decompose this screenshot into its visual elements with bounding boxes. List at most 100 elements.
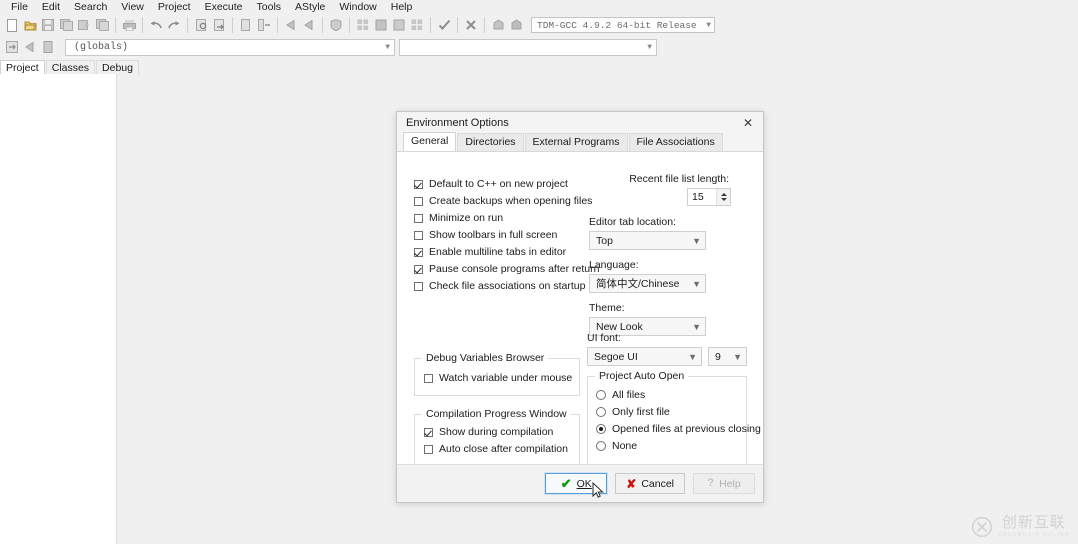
checkbox-watch-variable-under-mouse[interactable]: Watch variable under mouse (424, 370, 572, 386)
radio-button (596, 390, 606, 400)
close-project-icon[interactable] (409, 16, 425, 34)
checkbox-box (414, 282, 423, 291)
chevron-down-icon: ▼ (733, 352, 742, 362)
recent-file-list-length-spinner[interactable]: 15 (687, 188, 731, 206)
panel-tab-debug[interactable]: Debug (96, 60, 139, 75)
back-icon[interactable] (283, 16, 299, 34)
menu-item-execute[interactable]: Execute (198, 0, 250, 14)
language-combo[interactable]: 简体中文/Chinese ▼ (589, 274, 706, 293)
redo-icon[interactable] (166, 16, 182, 34)
toolbar-separator (232, 17, 233, 33)
tab-external-programs[interactable]: External Programs (525, 133, 628, 151)
checkbox-minimize-on-run[interactable]: Minimize on run (414, 210, 599, 226)
ok-button-label: OK (577, 478, 592, 490)
menu-bar: File Edit Search View Project Execute To… (0, 0, 1078, 14)
editor-tab-location-value: Top (596, 235, 613, 247)
close-file-icon[interactable] (76, 16, 92, 34)
ui-font-label: UI font: (587, 332, 747, 344)
debug-icon[interactable] (508, 16, 524, 34)
menu-item-window[interactable]: Window (332, 0, 383, 14)
scope-combo[interactable]: (globals) ▼ (65, 39, 395, 56)
radio-all-files[interactable]: All files (596, 386, 761, 403)
compile-check-icon[interactable] (436, 16, 452, 34)
project-panel-tabs: Project Classes Debug (0, 60, 118, 75)
print-icon[interactable] (121, 16, 137, 34)
panel-tab-project[interactable]: Project (0, 60, 45, 75)
goto-line-icon[interactable] (238, 16, 254, 34)
member-combo[interactable]: ▼ (399, 39, 657, 56)
dialog-tab-strip: General Directories External Programs Fi… (397, 133, 763, 151)
radio-label: Opened files at previous closing (612, 423, 761, 435)
radio-opened-files-previous-closing[interactable]: Opened files at previous closing (596, 420, 761, 437)
radio-only-first-file[interactable]: Only first file (596, 403, 761, 420)
shield-icon[interactable] (328, 16, 344, 34)
radio-label: All files (612, 389, 645, 401)
menu-item-file[interactable]: File (4, 0, 35, 14)
menu-item-help[interactable]: Help (384, 0, 420, 14)
find-icon[interactable] (193, 16, 209, 34)
menu-item-project[interactable]: Project (151, 0, 198, 14)
chevron-down-icon: ▼ (692, 236, 701, 246)
scope-value: (globals) (74, 42, 128, 53)
undo-icon[interactable] (148, 16, 164, 34)
menu-item-astyle[interactable]: AStyle (288, 0, 332, 14)
cancel-button[interactable]: ✘ Cancel (615, 473, 685, 494)
save-all-icon[interactable] (58, 16, 74, 34)
ide-window: File Edit Search View Project Execute To… (0, 0, 1078, 544)
save-project-icon[interactable] (391, 16, 407, 34)
checkbox-label: Show during compilation (439, 426, 553, 438)
step-over-icon[interactable] (22, 38, 38, 56)
chevron-down-icon: ▼ (688, 352, 697, 362)
panel-tab-classes[interactable]: Classes (46, 60, 95, 75)
dialog-button-bar: ✔ OK ✘ Cancel ? Help (397, 464, 763, 502)
new-project-icon[interactable] (355, 16, 371, 34)
open-file-icon[interactable] (22, 16, 38, 34)
run-icon[interactable] (490, 16, 506, 34)
editor-tab-location-combo[interactable]: Top ▼ (589, 231, 706, 250)
save-icon[interactable] (40, 16, 56, 34)
x-icon: ✘ (626, 478, 636, 490)
stop-icon[interactable] (463, 16, 479, 34)
ui-font-family-value: Segoe UI (594, 351, 638, 363)
checkbox-show-during-compilation[interactable]: Show during compilation (424, 424, 568, 440)
checkbox-show-toolbars-fullscreen[interactable]: Show toolbars in full screen (414, 227, 599, 243)
checkbox-box (414, 231, 423, 240)
tab-file-associations[interactable]: File Associations (629, 133, 723, 151)
spinner-up-icon[interactable] (721, 193, 727, 196)
radio-none[interactable]: None (596, 437, 761, 454)
checkbox-check-file-associations[interactable]: Check file associations on startup (414, 278, 599, 294)
project-panel-body[interactable] (0, 74, 117, 544)
help-button: ? Help (693, 473, 755, 494)
checkbox-default-cpp[interactable]: Default to C++ on new project (414, 176, 599, 192)
close-all-icon[interactable] (94, 16, 110, 34)
checkbox-multiline-tabs[interactable]: Enable multiline tabs in editor (414, 244, 599, 260)
step-out-icon[interactable] (40, 38, 56, 56)
compiler-set-combo[interactable]: TDM-GCC 4.9.2 64-bit Release ▼ (531, 17, 715, 33)
menu-item-edit[interactable]: Edit (35, 0, 67, 14)
tab-directories[interactable]: Directories (457, 133, 523, 151)
spinner-arrows[interactable] (716, 189, 730, 205)
new-file-icon[interactable] (4, 16, 20, 34)
forward-icon[interactable] (301, 16, 317, 34)
dialog-body-general: Default to C++ on new project Create bac… (397, 151, 763, 465)
checkbox-auto-close-after-compilation[interactable]: Auto close after compilation (424, 441, 568, 457)
checkbox-create-backups[interactable]: Create backups when opening files (414, 193, 599, 209)
ui-font-family-combo[interactable]: Segoe UI ▼ (587, 347, 702, 366)
checkbox-label: Check file associations on startup (429, 280, 585, 292)
menu-item-search[interactable]: Search (67, 0, 114, 14)
step-into-icon[interactable] (4, 38, 20, 56)
watermark: 创新互联 CHUANGXIN HULIAN (971, 515, 1070, 538)
environment-options-dialog: Environment Options ✕ General Directorie… (396, 111, 764, 503)
menu-item-tools[interactable]: Tools (250, 0, 289, 14)
spinner-down-icon[interactable] (721, 198, 727, 201)
tab-general[interactable]: General (403, 132, 456, 151)
checkbox-pause-console[interactable]: Pause console programs after return (414, 261, 599, 277)
ui-font-size-combo[interactable]: 9 ▼ (708, 347, 747, 366)
toolbar-separator (349, 17, 350, 33)
open-project-icon[interactable] (373, 16, 389, 34)
replace-icon[interactable] (211, 16, 227, 34)
menu-item-view[interactable]: View (114, 0, 151, 14)
indent-icon[interactable] (256, 16, 272, 34)
group-title: Debug Variables Browser (422, 352, 548, 364)
close-icon[interactable]: ✕ (735, 113, 761, 132)
